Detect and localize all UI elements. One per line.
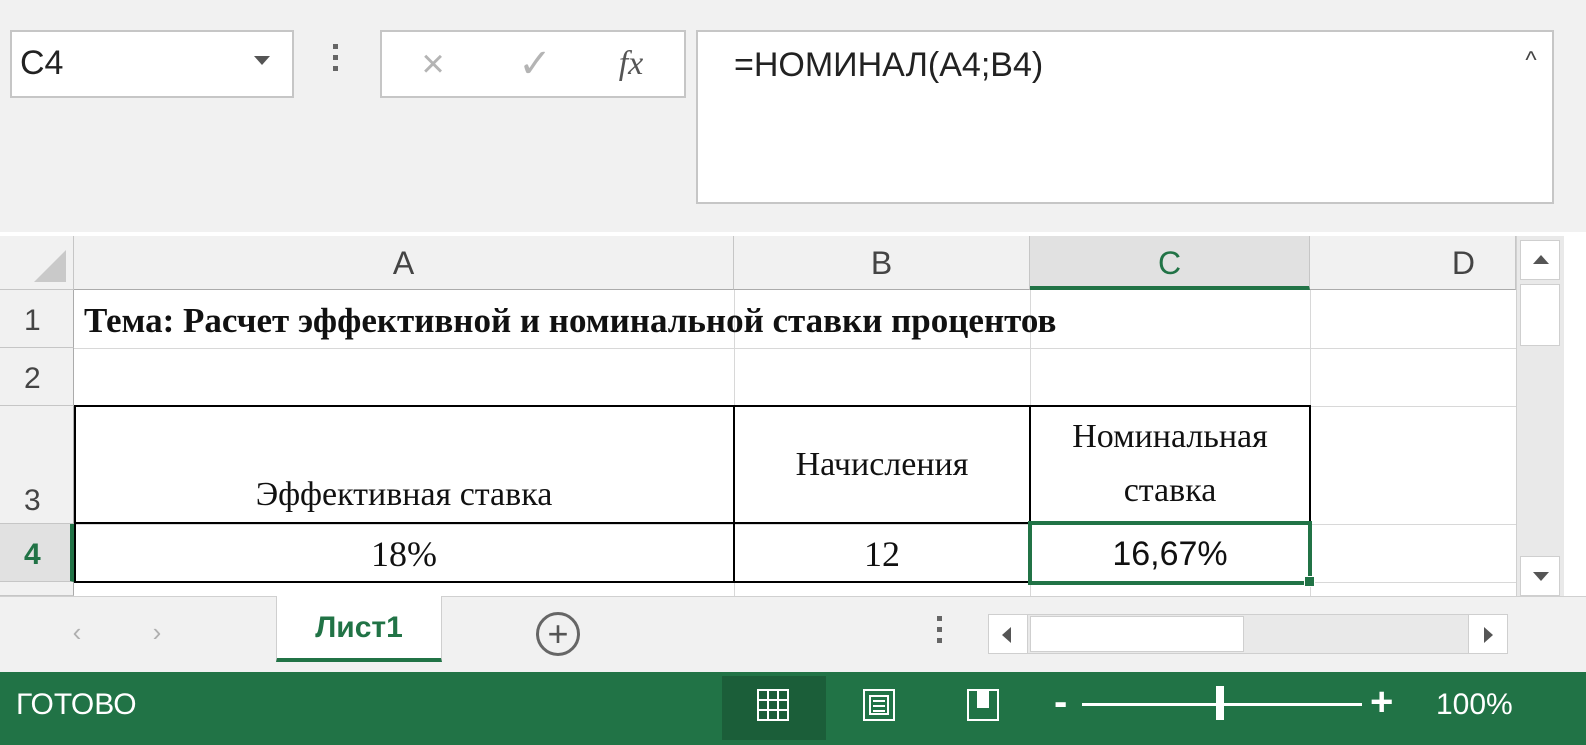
scroll-up-icon[interactable] [1520, 240, 1560, 280]
gridline [74, 348, 1516, 349]
zoom-slider-thumb[interactable] [1216, 686, 1224, 720]
row-header-1[interactable]: 1 [0, 290, 74, 348]
zoom-level[interactable]: 100% [1436, 688, 1513, 722]
formula-text: =НОМИНАЛ(A4;B4) [734, 46, 1044, 84]
name-box-dropdown-icon[interactable] [254, 56, 270, 65]
cell-a4[interactable]: 18% [76, 528, 732, 580]
cell-a3[interactable]: Эффективная ставка [76, 470, 732, 520]
cell-c3[interactable]: Номинальная ставка [1032, 410, 1308, 520]
cancel-icon[interactable]: × [398, 32, 468, 96]
page-break-view-icon[interactable] [966, 688, 1000, 722]
scroll-down-icon[interactable] [1520, 556, 1560, 596]
row-header-2[interactable]: 2 [0, 348, 74, 406]
add-sheet-icon[interactable]: + [536, 612, 580, 656]
next-sheet-icon[interactable]: › [142, 612, 172, 652]
select-all-icon [34, 250, 66, 282]
name-box-value: C4 [20, 44, 64, 82]
insert-function-icon[interactable]: fx [596, 32, 666, 96]
cell-c3-line1: Номинальная [1072, 418, 1268, 455]
row-header-3[interactable]: 3 [0, 406, 74, 524]
row-header-4[interactable]: 4 [0, 524, 74, 582]
page-layout-view-icon[interactable] [862, 688, 896, 722]
enter-icon[interactable]: ✓ [500, 32, 570, 96]
cell-a1[interactable]: Тема: Расчет эффективной и номинальной с… [84, 296, 1384, 346]
formula-bar-resize-handle[interactable] [328, 44, 342, 78]
column-header-c[interactable]: C [1030, 236, 1310, 290]
column-header-d[interactable]: D [1310, 236, 1516, 290]
formula-buttons: × ✓ fx [380, 30, 686, 98]
cell-c4[interactable]: 16,67% [1032, 528, 1308, 580]
horizontal-scroll-thumb[interactable] [1030, 616, 1244, 652]
cell-b3[interactable]: Начисления [736, 440, 1028, 490]
fill-handle[interactable] [1304, 576, 1315, 587]
collapse-formula-bar-icon[interactable]: ^ [1514, 44, 1548, 78]
cell-b4[interactable]: 12 [736, 528, 1028, 580]
row-header-5[interactable] [0, 582, 74, 596]
normal-view-icon [757, 689, 789, 721]
table-border [733, 405, 735, 583]
column-header-b[interactable]: B [734, 236, 1030, 290]
scroll-left-icon[interactable] [988, 614, 1028, 654]
cell-c3-line2: ставка [1123, 472, 1217, 509]
status-text: ГОТОВО [16, 688, 137, 721]
scroll-right-icon[interactable] [1468, 614, 1508, 654]
column-header-a[interactable]: A [74, 236, 734, 290]
zoom-in-button[interactable]: + [1370, 680, 1393, 725]
vertical-scroll-thumb[interactable] [1520, 284, 1560, 346]
sheet-tab-active[interactable]: Лист1 [276, 596, 442, 662]
tab-split-handle[interactable] [934, 616, 944, 652]
prev-sheet-icon[interactable]: ‹ [62, 612, 92, 652]
zoom-out-button[interactable]: - [1054, 680, 1067, 725]
